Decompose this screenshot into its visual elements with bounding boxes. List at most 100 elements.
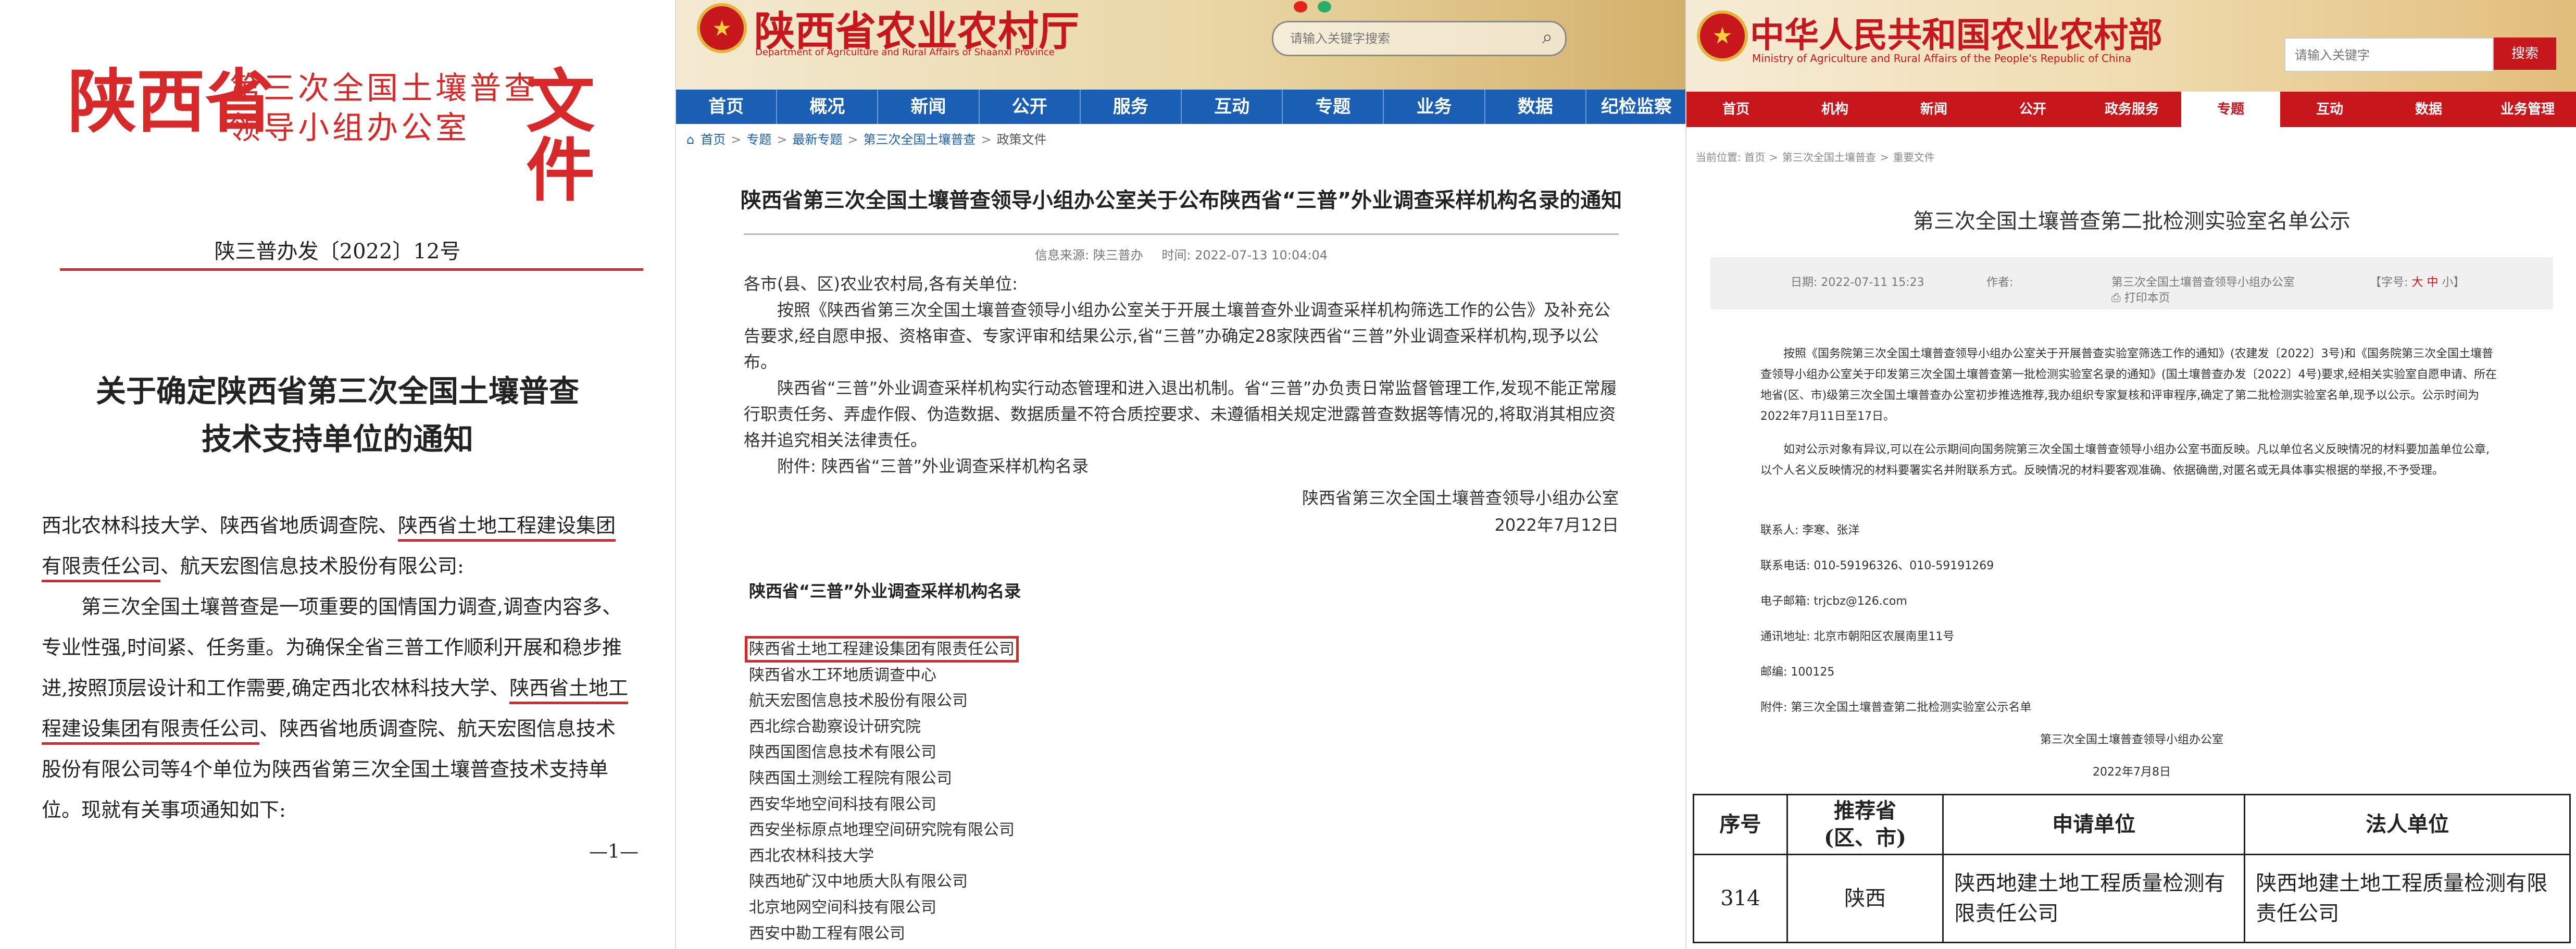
list-item: 陕西省水工环地质调查中心 [749,666,936,684]
breadcrumb-link[interactable]: 首页 [701,132,726,147]
lab-table: 序号 推荐省 (区、市) 申请单位 法人单位 314 陕西 陕西地建土地工程质量检… [1693,794,2571,943]
site-name[interactable]: 中华人民共和国农业农村部 [1750,7,2162,57]
letterhead-line1: 第三次全国土壤普查 [229,70,539,107]
nav-item[interactable]: 纪检监察 [1586,90,1686,124]
signer: 陕西省第三次全国土壤普查领导小组办公室 [1302,488,1619,508]
list-item: 西北农林科技大学 [749,846,874,865]
national-emblem-icon [697,3,747,53]
national-website-panel: 中华人民共和国农业农村部 Ministry of Agriculture and… [1685,0,2576,949]
search-button[interactable]: 搜索 [2494,38,2556,70]
document-title-line2: 技术支持单位的通知 [201,421,473,457]
breadcrumb-link[interactable]: 第三次全国土壤普查 [1782,151,1876,164]
author-label: 作者: [1986,276,2014,289]
breadcrumb-current[interactable]: 重要文件 [1893,151,1935,164]
document-number: 陕三普办发〔2022〕12号 [214,240,461,264]
nav-item[interactable]: 首页 [676,90,778,124]
font-size-control: 【字号: 大 中 小】 [2370,273,2465,290]
article-signature: 第三次全国土壤普查领导小组办公室 2022年7月8日 [1686,724,2576,789]
table-header: 法人单位 [2244,794,2571,855]
breadcrumb: ⌂ 首页 > 专题 > 最新专题 > 第三次全国土壤普查 > 政策文件 [686,129,1047,147]
contact-email: 电子邮箱: trjcbz@126.com [1760,595,1907,608]
nav-item[interactable]: 专题 [1283,90,1384,124]
contact-address: 通讯地址: 北京市朝阳区农展南里11号 [1760,630,1955,643]
nav-item[interactable]: 数据 [1485,90,1586,124]
table-cell: 陕西地建土地工程质量检测有限责任公司 [2244,854,2571,943]
institution-list: 陕西省土地工程建设集团有限责任公司 陕西省水工环地质调查中心 航天宏图信息技术股… [745,636,1019,946]
article-body: 各市(县、区)农业农村局,各有关单位: 按照《陕西省第三次全国土壤普查领导小组办… [744,271,1619,479]
nav-item[interactable]: 业务 [1384,90,1485,124]
main-nav: 首页 概况 新闻 公开 服务 互动 专题 业务 数据 纪检监察 [676,90,1686,124]
nav-item[interactable]: 新闻 [1884,92,1983,127]
article-body: 按照《国务院第三次全国土壤普查领导小组办公室关于开展普查实验室筛选工作的通知》(… [1760,344,2500,481]
site-banner: 中华人民共和国农业农村部 Ministry of Agriculture and… [1686,0,2576,92]
breadcrumb: 当前位置: 首页 > 第三次全国土壤普查 > 重要文件 [1696,149,1935,164]
table-header-line: 推荐省 [1834,798,1897,823]
breadcrumb-current[interactable]: 政策文件 [997,132,1047,147]
breadcrumb-separator: > [847,132,858,147]
breadcrumb-link[interactable]: 第三次全国土壤普查 [864,132,976,147]
breadcrumb-separator: > [777,132,787,147]
table-row: 314 陕西 陕西地建土地工程质量检测有限责任公司 陕西地建土地工程质量检测有限… [1693,854,2571,943]
nav-item[interactable]: 概况 [777,90,879,124]
breadcrumb-separator: > [981,132,992,147]
search-box: ⌕ [1272,21,1567,56]
list-item: 陕西省土地工程建设集团有限责任公司 [745,636,1019,663]
breadcrumb-link[interactable]: 专题 [746,132,771,147]
nav-item-active[interactable]: 专题 [2181,92,2280,127]
institution-list-title: 陕西省“三普”外业调查采样机构名录 [749,581,1021,601]
nav-item[interactable]: 互动 [2280,92,2379,127]
table-cell: 314 [1693,854,1788,943]
search-input[interactable] [2294,45,2483,66]
sign-date: 2022年7月8日 [2093,766,2171,779]
attachment-link[interactable]: 附件: 陕西省“三普”外业调查采样机构名录 [744,453,1619,479]
font-size-mid[interactable]: 中 [2427,276,2438,289]
breadcrumb-link[interactable]: 当前位置: 首页 [1696,151,1765,164]
article-source: 信息来源: 陕三普办 [1035,248,1143,263]
article-salutation: 各市(县、区)农业农村局,各有关单位: [744,274,1018,294]
letterhead-line2: 领导小组办公室 [229,110,470,146]
nav-item[interactable]: 互动 [1182,90,1283,124]
article-paragraph: 陕西省“三普”外业调查采样机构实行动态管理和进入退出机制。省“三普”办负责日常监… [744,378,1617,450]
nav-item[interactable]: 机构 [1785,92,1884,127]
official-document-panel: 陕西省 第三次全国土壤普查 领导小组办公室 文件 陕三普办发〔2022〕12号 … [0,0,675,949]
article-paragraph: 按照《国务院第三次全国土壤普查领导小组办公室关于开展普查实验室筛选工作的通知》(… [1760,347,2497,423]
document-title: 关于确定陕西省第三次全国土壤普查 技术支持单位的通知 [0,367,675,463]
breadcrumb-link[interactable]: 最新专题 [792,132,842,147]
document-body: 西北农林科技大学、陕西省地质调查院、陕西省土地工程建设集团有限责任公司、航天宏图… [42,505,635,830]
nav-item[interactable]: 数据 [2379,92,2478,127]
nav-item[interactable]: 公开 [980,90,1081,124]
table-cell: 陕西 [1786,854,1944,943]
nav-item[interactable]: 政务服务 [2082,92,2181,127]
site-banner: 陕西省农业农村厅 Department of Agriculture and R… [676,0,1686,90]
nav-item[interactable]: 首页 [1686,92,1785,127]
table-header-row: 序号 推荐省 (区、市) 申请单位 法人单位 [1693,794,2571,855]
weibo-icon[interactable] [1294,1,1307,13]
print-link[interactable]: ⎙ 打印本页 [2111,289,2170,305]
search-icon[interactable]: ⌕ [1542,27,1553,48]
attachment-link[interactable]: 附件: 第三次全国土壤普查第二批检测实验室公示名单 [1760,690,2031,726]
nav-item[interactable]: 公开 [1983,92,2082,127]
signer: 第三次全国土壤普查领导小组办公室 [2040,733,2223,746]
nav-item[interactable]: 业务管理 [2478,92,2576,127]
article-meta: 信息来源: 陕三普办 时间: 2022-07-13 10:04:04 [676,245,1686,263]
list-item: 陕西地矿汉中地质大队有限公司 [749,872,968,891]
search-input[interactable] [1289,28,1510,49]
title-divider [744,233,1619,235]
nav-item[interactable]: 新闻 [878,90,980,124]
table-header: 申请单位 [1942,794,2246,855]
nav-item[interactable]: 服务 [1081,90,1182,124]
list-item: 西北综合勘察设计研究院 [749,717,921,736]
list-item: 航天宏图信息技术股份有限公司 [749,692,968,710]
national-emblem-icon [1697,10,1748,61]
wechat-icon[interactable] [1318,1,1331,13]
home-icon[interactable]: ⌂ [686,132,694,147]
list-item: 西安中勘工程有限公司 [749,924,905,943]
article-title: 第三次全国土壤普查第二批检测实验室名单公示 [1913,209,2350,233]
font-size-small[interactable]: 小】 [2442,276,2465,289]
print-icon: ⎙ [2111,292,2124,305]
table-header: 推荐省 (区、市) [1786,794,1944,855]
contact-postcode: 邮编: 100125 [1760,666,1835,679]
breadcrumb-separator: > [1880,151,1889,164]
font-size-large[interactable]: 大 [2411,276,2423,289]
article-meta: 日期: 2022-07-11 15:23 作者: 第三次全国土壤普查领导小组办公… [1710,257,2553,309]
